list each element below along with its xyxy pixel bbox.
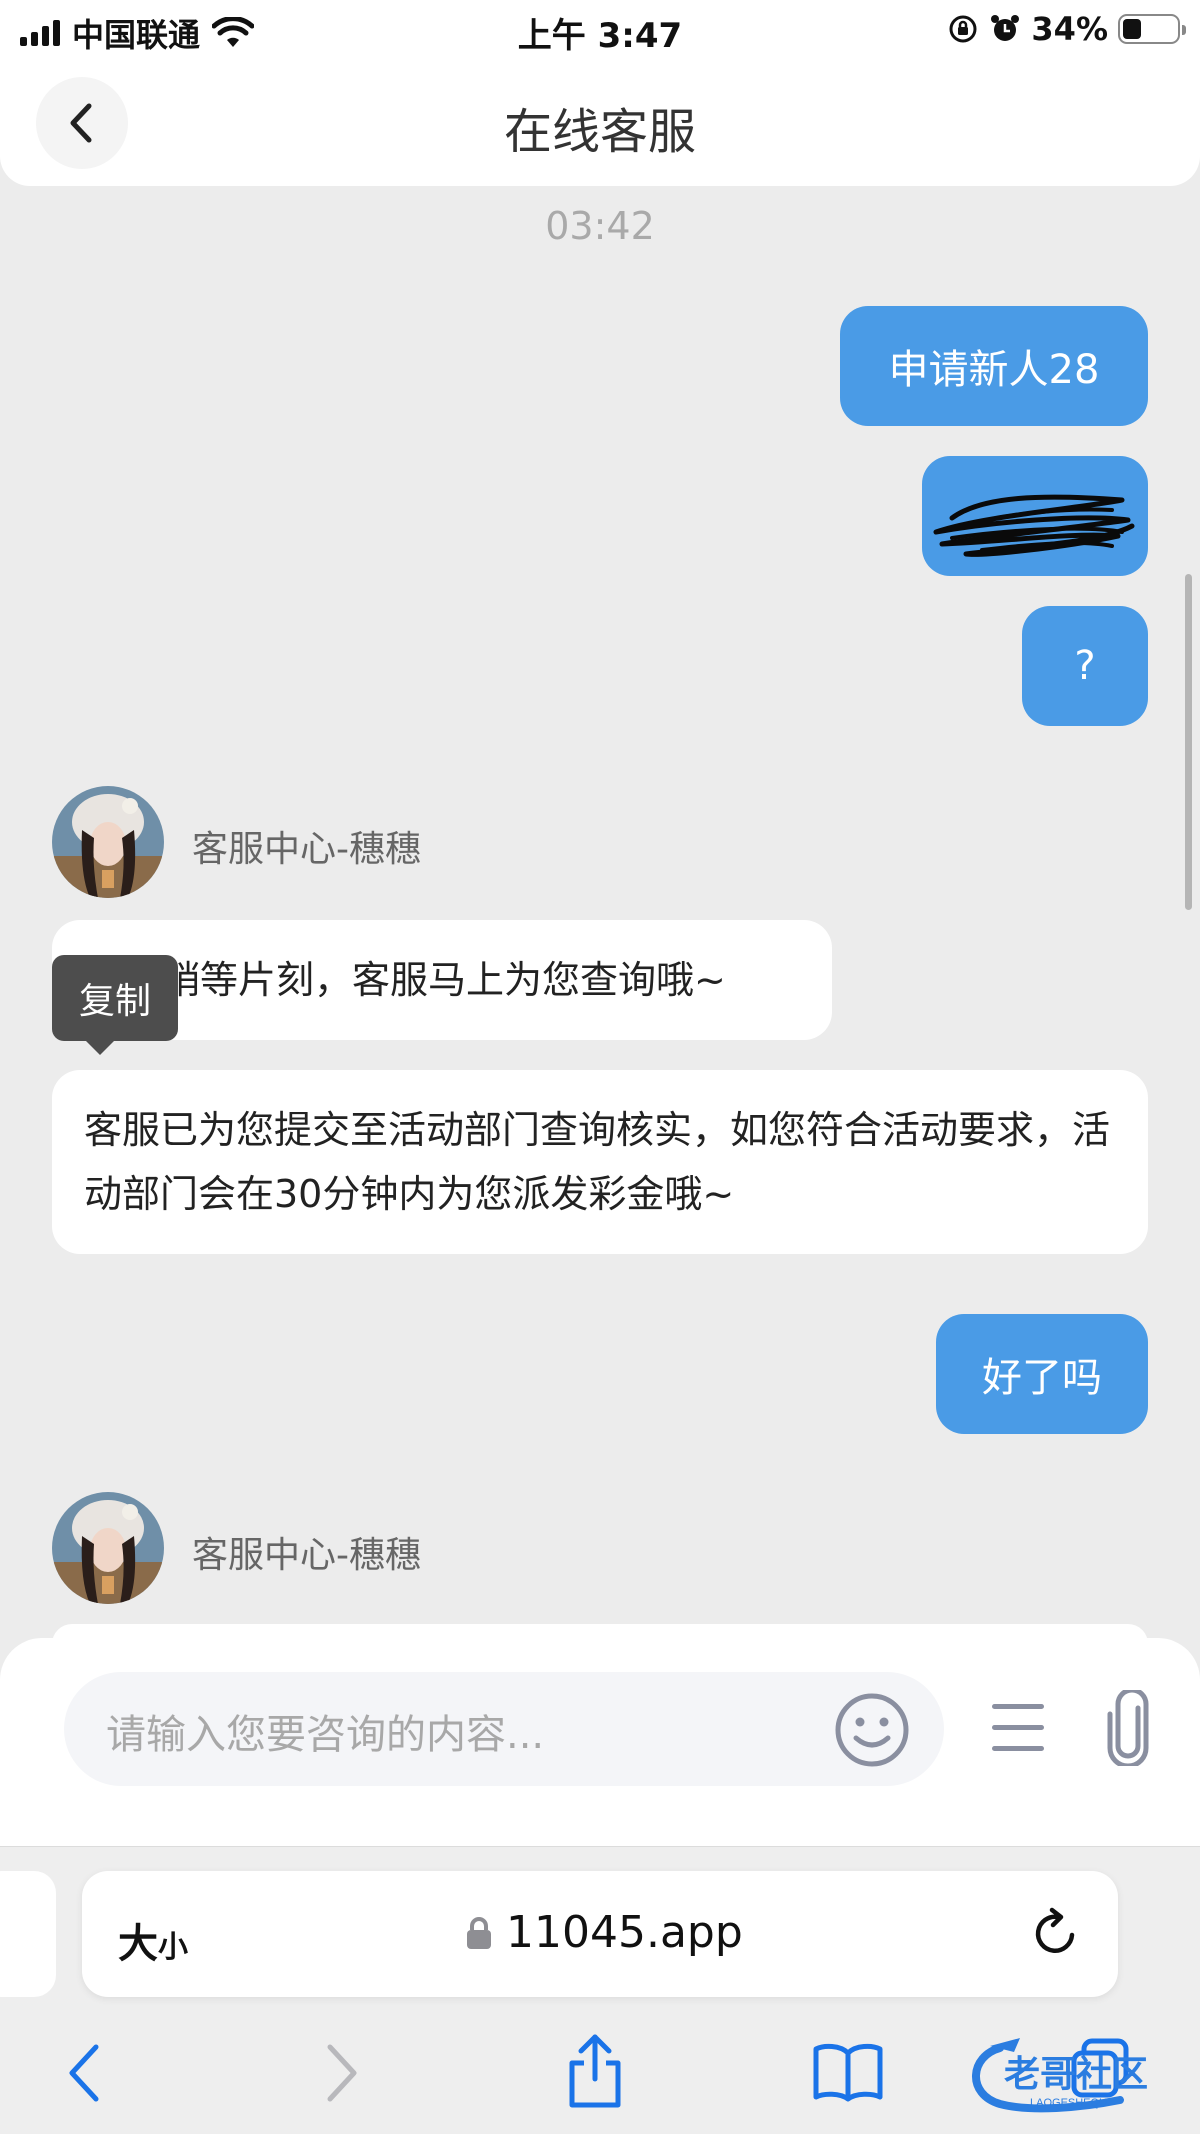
agent-avatar[interactable]: [52, 786, 164, 898]
watermark-text: 老哥社区: [1004, 2053, 1148, 2094]
message-text: 请您稍等片刻，客服马上为您查询哦~: [86, 958, 726, 1002]
book-icon[interactable]: [812, 2041, 884, 2103]
paperclip-icon[interactable]: [1100, 1690, 1156, 1766]
outgoing-message[interactable]: 申请新人28: [840, 306, 1148, 426]
watermark-logo: 老哥社区 LAOGESHEQU: [972, 2038, 1148, 2113]
orientation-lock-icon: [949, 15, 977, 43]
copy-tooltip[interactable]: 复制: [52, 955, 178, 1055]
text-size-small: 小: [158, 1930, 188, 1965]
lock-icon: [467, 1916, 491, 1949]
battery-percent: 34%: [1031, 10, 1108, 48]
share-icon[interactable]: [564, 2033, 626, 2109]
reload-icon[interactable]: [1032, 1907, 1080, 1959]
scribble-redaction: [933, 494, 1135, 557]
copy-label: 复制: [78, 981, 151, 1022]
message-input[interactable]: 请输入您要咨询的内容...: [64, 1672, 944, 1786]
incoming-message[interactable]: 客服已为您提交至活动部门查询核实，如您符合活动要求，活动部门会在30分钟内为您派…: [52, 1070, 1148, 1254]
text-size-large: 大: [118, 1921, 158, 1967]
previous-tab-peek[interactable]: [0, 1871, 56, 1997]
watermark-subtext: LAOGESHEQU: [1030, 2097, 1107, 2109]
outgoing-message[interactable]: ?: [1022, 606, 1148, 726]
agent-name: 客服中心-穗穗: [192, 1535, 421, 1576]
page-title: 在线客服: [503, 104, 696, 160]
agent-avatar[interactable]: [52, 1492, 164, 1604]
battery-icon: [1118, 14, 1186, 44]
hamburger-icon[interactable]: [990, 1698, 1046, 1758]
message-text: 好了吗: [982, 1355, 1102, 1401]
battery-level: [1123, 19, 1141, 39]
message-text: 客服已为您提交至活动部门查询核实，如您符合活动要求，活动部门会在30分钟内为您派…: [84, 1108, 1111, 1216]
text-size-button[interactable]: 大小: [118, 1911, 188, 1969]
input-placeholder: 请输入您要咨询的内容...: [106, 1712, 545, 1758]
agent-avatar-image: [52, 1492, 164, 1604]
chat-header: 在线客服: [0, 62, 1200, 186]
address-bar[interactable]: 大小 11045.app: [82, 1871, 1118, 1997]
outgoing-message[interactable]: 好了吗: [936, 1314, 1148, 1434]
message-text: 申请新人28: [888, 347, 1100, 393]
outgoing-message-scribbled[interactable]: [922, 456, 1148, 576]
url-display[interactable]: 11045.app: [466, 1907, 743, 1958]
message-timestamp: 03:42: [545, 204, 655, 248]
alarm-icon: [991, 15, 1020, 41]
message-text: ?: [1074, 643, 1096, 689]
browser-back-icon[interactable]: [66, 2043, 102, 2103]
url-text: 11045.app: [506, 1907, 743, 1958]
chat-scrollbar[interactable]: [1185, 574, 1192, 910]
status-bar: 中国联通 上午 3:47 34%: [0, 0, 1200, 62]
browser-forward-icon[interactable]: [324, 2043, 360, 2103]
agent-avatar-image: [52, 786, 164, 898]
smiley-icon[interactable]: [834, 1692, 910, 1768]
status-right: 34%: [947, 10, 1186, 48]
agent-name: 客服中心-穗穗: [192, 829, 421, 870]
message-composer: 请输入您要咨询的内容...: [0, 1638, 1200, 1846]
